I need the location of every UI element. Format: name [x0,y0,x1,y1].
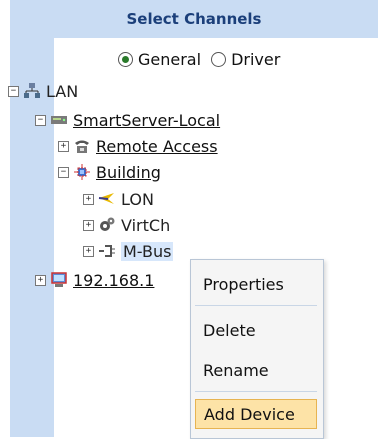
tree-node-label: SmartServer-Local [73,110,221,130]
expand-icon[interactable]: + [83,193,94,205]
tree-node-label: Building [96,162,161,182]
tree-node-ip[interactable]: + 192.168.1 [35,269,154,291]
tree-node-mbus[interactable]: + M-Bus [83,240,174,262]
mbus-icon [98,242,116,260]
tree-node-label: M-Bus [121,241,174,261]
lon-icon [98,190,116,208]
menu-item-delete[interactable]: Delete [195,315,317,345]
context-menu: Properties Delete Rename Add Device [190,259,324,439]
menu-separator [195,305,317,306]
expand-icon[interactable]: + [83,219,94,231]
tree-node-virtch[interactable]: + VirtCh [83,214,170,236]
network-icon [23,82,41,100]
collapse-icon[interactable]: − [8,85,19,97]
tree-node-smartserver[interactable]: − SmartServer-Local [35,109,220,131]
tree-node-label: LON [121,189,154,209]
tree-node-label: 192.168.1 [73,270,155,290]
channel-mode-radios: General Driver [118,47,290,71]
expand-icon[interactable]: + [83,245,94,257]
tree-node-label: Remote Access [96,136,218,156]
expand-icon[interactable]: + [35,274,46,286]
menu-separator [195,391,317,392]
general-radio-label[interactable]: General [138,50,201,69]
driver-radio-label[interactable]: Driver [231,50,280,69]
menu-item-rename[interactable]: Rename [195,355,317,385]
tree-node-lan[interactable]: − LAN [8,80,78,102]
menu-item-add-device[interactable]: Add Device [195,399,317,429]
expand-icon[interactable]: + [58,140,69,152]
tree-node-label: VirtCh [121,215,171,235]
collapse-icon[interactable]: − [35,114,46,126]
gear-icon [98,216,116,234]
driver-radio[interactable] [211,51,227,67]
computer-icon [50,271,68,289]
building-icon [73,163,91,181]
tree-node-lon[interactable]: + LON [83,188,154,210]
collapse-icon[interactable]: − [58,166,69,178]
telephone-icon [73,137,91,155]
tree-node-remote-access[interactable]: + Remote Access [58,135,218,157]
panel-header: Select Channels [10,0,378,38]
panel-title: Select Channels [126,10,262,28]
general-radio[interactable] [118,51,133,67]
menu-item-properties[interactable]: Properties [195,269,317,299]
tree-node-building[interactable]: − Building [58,161,161,183]
server-icon [50,111,68,129]
tree-node-label: LAN [46,81,79,101]
